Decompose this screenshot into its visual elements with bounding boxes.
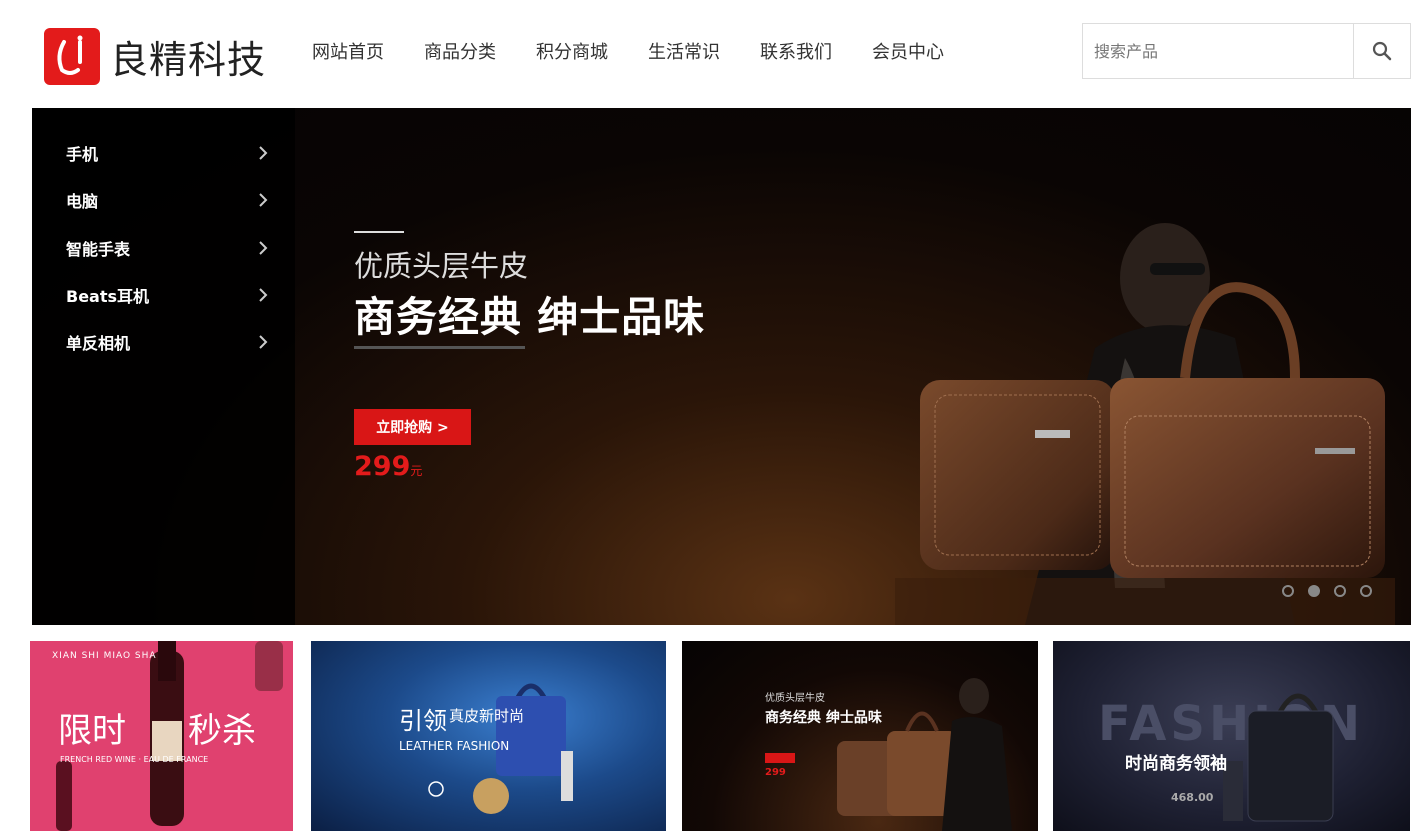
chevron-right-icon (259, 241, 268, 255)
search-icon (1372, 41, 1392, 61)
nav-categories[interactable]: 商品分类 (424, 38, 496, 64)
promo-tile-business[interactable]: 优质头层牛皮 商务经典 绅士品味 299 (682, 641, 1038, 831)
leather-bag-image (895, 223, 1395, 625)
sidebar-item-phones[interactable]: 手机 (66, 138, 271, 168)
tile-price: 299 (765, 767, 786, 778)
search-button[interactable] (1353, 24, 1410, 78)
black-bag-image (1223, 693, 1334, 822)
sidebar-item-dslr[interactable]: 单反相机 (66, 327, 271, 357)
site-logo[interactable]: 良精科技 (44, 28, 266, 85)
sidebar-item-label: 手机 (66, 145, 99, 164)
tile-title-2: 真皮新时尚 (449, 707, 525, 725)
promo-tile-fashion-leader[interactable]: FASHION 时尚商务领袖 468.00 (1053, 641, 1410, 831)
hero-subtitle: 优质头层牛皮 (354, 249, 529, 283)
chevron-right-icon (259, 193, 268, 207)
chevron-right-icon (259, 288, 268, 302)
nav-life-tips[interactable]: 生活常识 (648, 38, 720, 64)
sidebar-item-label: Beats耳机 (66, 287, 150, 306)
main-nav: 网站首页 商品分类 积分商城 生活常识 联系我们 会员中心 (292, 38, 964, 64)
tile-title: 限时 (58, 711, 126, 751)
price-unit: 元 (410, 464, 423, 478)
sidebar-item-label: 电脑 (66, 192, 99, 211)
nav-home[interactable]: 网站首页 (312, 38, 384, 64)
nav-contact[interactable]: 联系我们 (760, 38, 832, 64)
promo-tile-leather-fashion[interactable]: 引领 真皮新时尚 LEATHER FASHION (311, 641, 666, 831)
sidebar-item-label: 智能手表 (66, 240, 131, 259)
logo-icon (44, 28, 100, 85)
carousel-dot-2[interactable] (1308, 585, 1320, 597)
logo-text: 良精科技 (110, 38, 267, 82)
hero-slide[interactable]: 优质头层牛皮 商务经典 绅士品味 立即抢购 > 299元 (295, 108, 1411, 625)
tile-title-2: 秒杀 (188, 711, 256, 751)
tile-top-labels: XIAN SHI MIAO SHA (52, 651, 157, 661)
hero-banner: 手机 电脑 智能手表 Beats耳机 单反相机 优质头层牛皮 商务经典 绅士品味… (32, 108, 1411, 625)
tile-title: 优质头层牛皮 (765, 693, 825, 704)
carousel-dots (1282, 585, 1386, 597)
chevron-right-icon (259, 335, 268, 349)
price-value: 299 (354, 451, 411, 482)
tile-title-2: 商务经典 绅士品味 (765, 710, 882, 726)
nav-member-center[interactable]: 会员中心 (872, 38, 944, 64)
sidebar-item-beats[interactable]: Beats耳机 (66, 280, 271, 310)
sidebar-item-computers[interactable]: 电脑 (66, 185, 271, 215)
tile-title: 时尚商务领袖 (1125, 754, 1227, 774)
hero-divider-bottom (354, 346, 525, 349)
nav-points-mall[interactable]: 积分商城 (536, 38, 608, 64)
carousel-dot-4[interactable] (1360, 585, 1372, 597)
tile-title: 引领 (399, 707, 447, 735)
hero-divider-top (354, 231, 404, 233)
tile-price: 468.00 (1171, 791, 1214, 804)
hero-price: 299元 (354, 451, 422, 482)
category-sidebar: 手机 电脑 智能手表 Beats耳机 单反相机 (32, 108, 295, 625)
sidebar-item-smartwatches[interactable]: 智能手表 (66, 233, 271, 263)
leather-bag-image (765, 678, 1012, 831)
search-box (1082, 23, 1411, 79)
promo-tile-wine[interactable]: XIAN SHI MIAO SHA 限时 秒杀 FRENCH RED WINE … (30, 641, 293, 831)
site-header: 良精科技 网站首页 商品分类 积分商城 生活常识 联系我们 会员中心 (0, 0, 1421, 100)
buy-now-button[interactable]: 立即抢购 > (354, 409, 471, 445)
carousel-dot-3[interactable] (1334, 585, 1346, 597)
handbag-image (428, 683, 573, 814)
tile-subtitle: LEATHER FASHION (399, 739, 510, 753)
sidebar-item-label: 单反相机 (66, 334, 131, 353)
chevron-right-icon (259, 146, 268, 160)
carousel-dot-1[interactable] (1282, 585, 1294, 597)
tile-subtitle: FRENCH RED WINE · EAU DE FRANCE (60, 755, 209, 764)
search-input[interactable] (1083, 24, 1353, 78)
